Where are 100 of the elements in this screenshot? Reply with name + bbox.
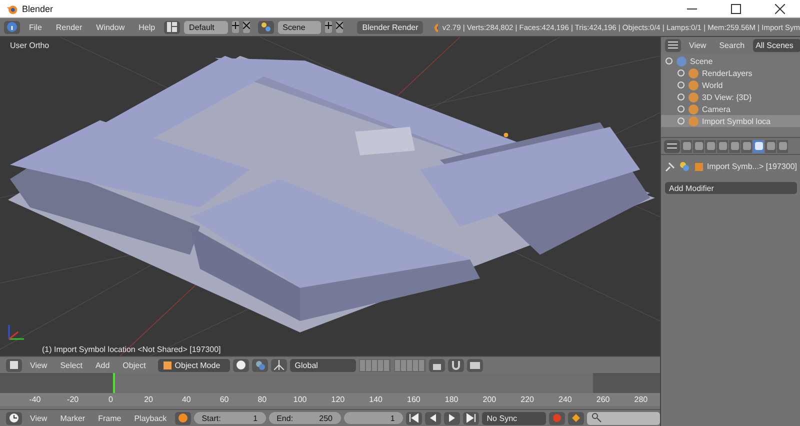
plus-icon xyxy=(325,22,332,29)
display-mode-dropdown[interactable]: All Scenes xyxy=(752,38,800,52)
menu-item[interactable]: View xyxy=(25,414,52,422)
lock-button[interactable] xyxy=(428,358,445,372)
start-frame-field[interactable]: Start: 1 xyxy=(194,412,266,424)
scene-icon xyxy=(260,22,271,32)
play-icon xyxy=(446,413,457,423)
manipulator-button[interactable] xyxy=(270,358,287,372)
properties-tab[interactable] xyxy=(777,140,788,152)
object-breadcrumb: Import Symb...> [197300] xyxy=(706,162,797,171)
mode-dropdown[interactable]: Object Mode xyxy=(158,358,230,372)
outliner-item[interactable]: Scene xyxy=(661,55,800,67)
menu-item[interactable]: Playback xyxy=(129,414,172,422)
add-button[interactable] xyxy=(325,21,332,33)
window-title: Blender xyxy=(22,4,54,14)
object-info-text: (1) Import Symbol location <Not Shared> [197300] xyxy=(42,345,221,354)
magnet-icon xyxy=(450,360,461,370)
editor-type-button[interactable] xyxy=(664,140,680,152)
jump-end-button[interactable] xyxy=(462,412,479,424)
properties-tab[interactable] xyxy=(693,140,704,152)
frame-number: 20 xyxy=(143,395,154,404)
frame-number: 220 xyxy=(520,395,535,404)
preview-range-button[interactable] xyxy=(174,412,191,424)
menu-item[interactable]: View xyxy=(25,360,52,370)
menu-item[interactable]: Object xyxy=(118,360,151,370)
maximize-icon xyxy=(731,4,741,14)
item-icon xyxy=(688,104,699,114)
remove-button[interactable] xyxy=(336,21,344,33)
camera-icon xyxy=(470,360,480,370)
blender-logo-icon xyxy=(6,2,18,14)
remove-button[interactable] xyxy=(242,21,250,33)
render-engine-dropdown[interactable]: Blender Render xyxy=(357,20,424,34)
frame-number: 140 xyxy=(368,395,384,404)
frame-number: -40 xyxy=(28,395,42,404)
keying-set-field[interactable] xyxy=(586,412,660,424)
jump-start-button[interactable] xyxy=(406,412,422,424)
menu-item[interactable]: File xyxy=(24,22,47,32)
frame-number: 160 xyxy=(406,395,422,404)
outliner-item[interactable]: Import Symbol loca xyxy=(661,115,800,127)
snap-button[interactable] xyxy=(448,358,464,372)
frame-number: 200 xyxy=(482,395,498,404)
menu-item[interactable]: Add xyxy=(90,360,115,370)
keying-button[interactable] xyxy=(568,412,584,424)
frame-number: 260 xyxy=(595,395,611,404)
frame-number: -20 xyxy=(66,395,80,404)
menu-item[interactable]: View xyxy=(684,40,712,50)
view-label: User Ortho xyxy=(10,41,50,50)
outliner-item[interactable]: Camera xyxy=(661,103,800,115)
scene-field[interactable]: Scene xyxy=(278,20,322,34)
cube-icon xyxy=(9,360,19,370)
list-icon xyxy=(667,141,677,151)
menu-item[interactable]: Select xyxy=(55,360,88,370)
menu-item[interactable]: Window xyxy=(91,22,130,32)
menu-item[interactable]: Marker xyxy=(55,414,90,422)
properties-tab[interactable] xyxy=(681,140,692,152)
cube-icon xyxy=(694,162,703,172)
clock-icon xyxy=(9,413,19,423)
properties-tab[interactable] xyxy=(729,140,740,152)
timeline-track[interactable] xyxy=(0,373,660,393)
frame-number: 0 xyxy=(107,395,114,404)
orientation-dropdown[interactable]: Global xyxy=(290,358,356,372)
properties-tab[interactable] xyxy=(753,140,764,152)
editor-type-button[interactable] xyxy=(6,358,22,372)
pivot-dropdown[interactable] xyxy=(252,358,268,372)
editor-type-button[interactable] xyxy=(665,38,681,52)
frame-number: 280 xyxy=(633,395,649,404)
menu-item[interactable]: Search xyxy=(714,40,750,50)
record-icon xyxy=(552,413,562,423)
manipulator-icon xyxy=(274,360,284,370)
close-icon xyxy=(242,22,250,29)
menu-item[interactable]: Render xyxy=(50,22,88,32)
properties-tab[interactable] xyxy=(765,140,776,152)
play-button[interactable] xyxy=(444,412,460,424)
properties-tab[interactable] xyxy=(705,140,716,152)
frame-number: 60 xyxy=(218,395,230,404)
render-button[interactable] xyxy=(466,358,483,372)
outliner-item[interactable]: 3D View: {3D} xyxy=(661,91,800,103)
add-button[interactable] xyxy=(232,21,239,33)
sync-dropdown[interactable]: No Sync xyxy=(482,412,546,424)
item-icon xyxy=(688,116,699,126)
end-frame-field[interactable]: End: 250 xyxy=(268,412,340,424)
add-modifier-dropdown[interactable]: Add Modifier xyxy=(665,182,797,194)
menu-item[interactable]: Help xyxy=(134,22,160,32)
menu-item[interactable]: Frame xyxy=(93,414,126,422)
frame-number: 100 xyxy=(292,395,308,404)
frame-number: 240 xyxy=(558,395,573,404)
layout-type-button[interactable] xyxy=(164,20,180,34)
outliner-item[interactable]: RenderLayers xyxy=(661,67,800,79)
frame-number: 180 xyxy=(444,395,460,404)
editor-type-button[interactable] xyxy=(6,412,22,424)
properties-tab[interactable] xyxy=(717,140,728,152)
outliner-item[interactable]: World xyxy=(661,79,800,91)
layout-field[interactable]: Default xyxy=(184,20,228,34)
layout-icon xyxy=(167,22,178,32)
shading-dropdown[interactable] xyxy=(232,358,249,372)
clock-icon xyxy=(178,413,188,423)
current-frame-field[interactable]: 1 xyxy=(344,412,403,424)
scene-type-button[interactable] xyxy=(258,20,274,34)
properties-tab[interactable] xyxy=(741,140,752,152)
play-reverse-button[interactable] xyxy=(424,412,441,424)
